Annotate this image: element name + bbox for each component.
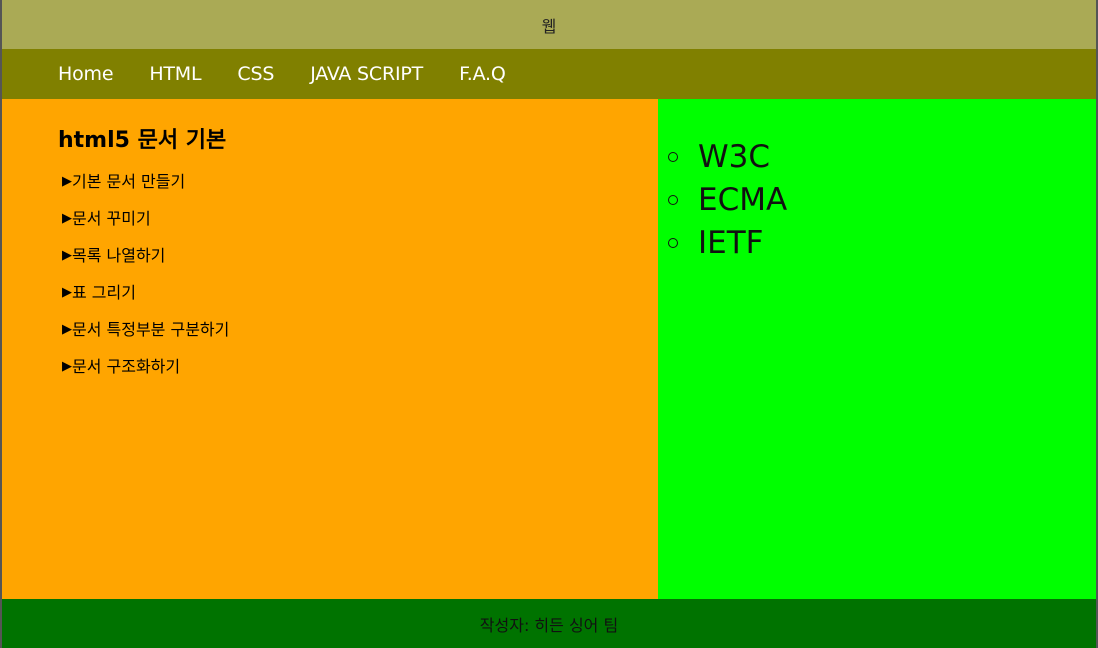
- topic-item[interactable]: ▶ 문서 꾸미기: [62, 209, 229, 246]
- triangle-right-icon: ▶: [62, 285, 72, 300]
- topic-item[interactable]: ▶ 기본 문서 만들기: [62, 172, 229, 209]
- list-item: W3C: [668, 135, 787, 178]
- page-frame: 웹 Home HTML CSS JAVA SCRIPT F.A.Q html5 …: [0, 0, 1098, 648]
- main-nav: Home HTML CSS JAVA SCRIPT F.A.Q: [2, 49, 1096, 99]
- nav-item-javascript[interactable]: JAVA SCRIPT: [310, 63, 423, 85]
- nav-item-css[interactable]: CSS: [237, 63, 274, 85]
- topic-item-label: 문서 특정부분 구분하기: [72, 320, 230, 339]
- triangle-right-icon: ▶: [62, 174, 72, 189]
- topic-item[interactable]: ▶ 문서 특정부분 구분하기: [62, 320, 229, 357]
- nav-item-home[interactable]: Home: [58, 63, 114, 85]
- section-heading: html5 문서 기본: [58, 128, 227, 153]
- standards-list: W3C ECMA IETF: [668, 135, 787, 264]
- triangle-right-icon: ▶: [62, 359, 72, 374]
- page-footer: 작성자: 히든 싱어 팀: [2, 599, 1096, 648]
- content-right-panel: W3C ECMA IETF: [658, 99, 1096, 599]
- topic-item-label: 기본 문서 만들기: [72, 172, 186, 191]
- topic-item[interactable]: ▶ 문서 구조화하기: [62, 357, 229, 394]
- triangle-right-icon: ▶: [62, 248, 72, 263]
- nav-item-html[interactable]: HTML: [149, 63, 201, 85]
- topic-item[interactable]: ▶ 표 그리기: [62, 283, 229, 320]
- triangle-right-icon: ▶: [62, 211, 72, 226]
- topic-list: ▶ 기본 문서 만들기 ▶ 문서 꾸미기 ▶ 목록 나열하기 ▶ 표 그리기 ▶…: [62, 172, 229, 394]
- circle-bullet-icon: [668, 151, 678, 162]
- list-item-label: ECMA: [698, 181, 788, 218]
- topic-item-label: 목록 나열하기: [72, 246, 166, 265]
- page-title: 웹: [541, 16, 557, 36]
- triangle-right-icon: ▶: [62, 322, 72, 337]
- circle-bullet-icon: [668, 237, 678, 248]
- author-credit: 작성자: 히든 싱어 팀: [479, 615, 619, 635]
- list-item: IETF: [668, 221, 787, 264]
- topic-item-label: 문서 꾸미기: [72, 209, 151, 228]
- topic-item[interactable]: ▶ 목록 나열하기: [62, 246, 229, 283]
- nav-item-faq[interactable]: F.A.Q: [459, 63, 506, 85]
- topic-item-label: 표 그리기: [72, 283, 136, 302]
- topic-item-label: 문서 구조화하기: [72, 357, 181, 376]
- circle-bullet-icon: [668, 194, 678, 205]
- list-item-label: IETF: [698, 224, 764, 261]
- list-item-label: W3C: [698, 138, 771, 175]
- page-header: 웹: [2, 0, 1096, 49]
- list-item: ECMA: [668, 178, 787, 221]
